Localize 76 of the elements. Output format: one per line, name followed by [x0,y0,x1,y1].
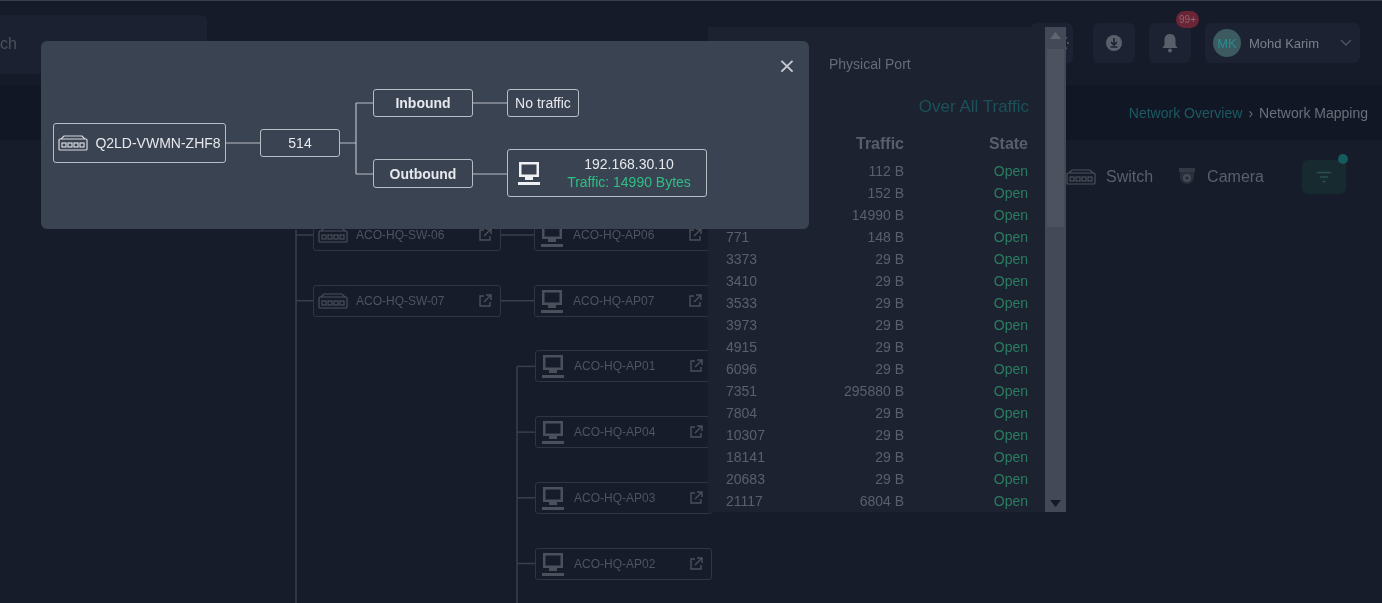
table-cell-text: 3410 [725,273,759,289]
table-cell-text: Open [992,471,1028,487]
device-node[interactable]: Q2LD-VWMN-ZHF8 [53,123,226,163]
table-cell-text: Open [992,449,1028,465]
table-cell-text: Open [992,163,1028,179]
table-cell-text: 21117 [725,493,764,509]
panel-title: Physical Port [829,56,911,72]
table-cell-text: 152 B [866,185,904,201]
table-cell-text: 3533 [725,295,759,311]
table-cell-text: 112 B [867,163,904,179]
table-cell-text: Open [992,339,1028,355]
node-name: ACO-HQ-SW-06 [356,228,446,242]
table-cell-text: Open [992,383,1028,399]
table-cell-text: 29 B [874,427,904,443]
column-header: Traffic [855,135,904,153]
table-cell-text: 14990 B [850,207,904,223]
table-cell-text: 7804 [725,405,759,421]
table-cell-text: 148 B [866,229,904,245]
table-cell-text: Open [992,229,1028,245]
table-cell-text: 29 B [874,471,904,487]
breadcrumb-current: Network Mapping [1259,104,1368,121]
node-name: ACO-HQ-AP03 [574,490,657,505]
node-name: ACO-HQ-AP02 [574,556,657,571]
legend-label: Camera [1207,168,1264,186]
device-name: Q2LD-VWMN-ZHF8 [95,135,221,151]
inbound-node: Inbound [373,89,473,117]
table-cell-text: 3973 [725,317,759,333]
table-cell-text: 29 B [874,251,904,267]
node-name: ACO-HQ-AP01 [574,359,657,374]
table-cell-text: Open [992,273,1028,289]
table-cell-text: 771 [725,229,751,245]
table-cell-text: 29 B [874,273,904,289]
column-header: State [987,135,1028,153]
port-node: 514 [260,129,340,157]
user-name: Mohd Karim [1249,35,1321,51]
node-name: ACO-HQ-AP07 [573,293,656,308]
device-node[interactable]: ACO-HQ-AP03 [535,481,712,514]
ip-address: 192.168.30.10 [584,156,674,172]
breadcrumb-link[interactable]: Network Overview [1128,104,1243,121]
table-cell-text: 29 B [874,405,904,421]
traffic-target-node: No traffic [507,89,579,117]
legend-label: Switch [1105,168,1154,186]
table-cell-text: Open [992,251,1028,267]
node-name: ACO-HQ-SW-07 [356,293,446,308]
traffic-amount: Traffic: 14990 Bytes [567,174,691,190]
table-cell-text: 6096 [725,361,759,377]
table-cell-text: Open [992,493,1028,509]
table-cell-text: Open [992,295,1028,311]
device-node[interactable]: ACO-HQ-AP02 [535,547,712,580]
table-cell-text: 29 B [874,449,904,465]
table-cell-text: Open [992,427,1028,443]
device-node[interactable]: ACO-HQ-AP07 [534,284,711,317]
table-cell-text: Open [992,317,1028,333]
table-cell-text: Open [992,405,1028,421]
node-name: ACO-HQ-AP06 [573,228,656,242]
table-cell-text: 295880 B [843,383,904,399]
table-cell-text: 29 B [874,317,904,333]
table-cell-text: 20683 [725,471,766,487]
table-cell-text: 4915 [725,339,759,355]
table-cell-text: 6804 B [858,493,904,509]
table-cell-text: Open [992,207,1028,223]
table-cell-text: 10307 [725,427,766,443]
table-cell-text: 29 B [874,361,904,377]
table-cell-text: 7351 [725,383,759,399]
table-cell-text: 3373 [725,251,759,267]
table-cell-text: Open [992,185,1028,201]
device-node[interactable]: ACO-HQ-SW-07 [313,284,501,317]
node-name: ACO-HQ-AP04 [574,425,657,440]
close-button[interactable]: × [777,55,797,77]
notification-count: 99+ [1176,11,1199,28]
table-cell-text: Open [992,361,1028,377]
table-cell-text: 29 B [874,339,904,355]
breadcrumb-separator: › [1248,104,1254,121]
table-cell-text: 29 B [874,295,904,311]
outbound-node: Outbound [373,159,473,188]
table-cell-text: 18141 [725,449,766,465]
